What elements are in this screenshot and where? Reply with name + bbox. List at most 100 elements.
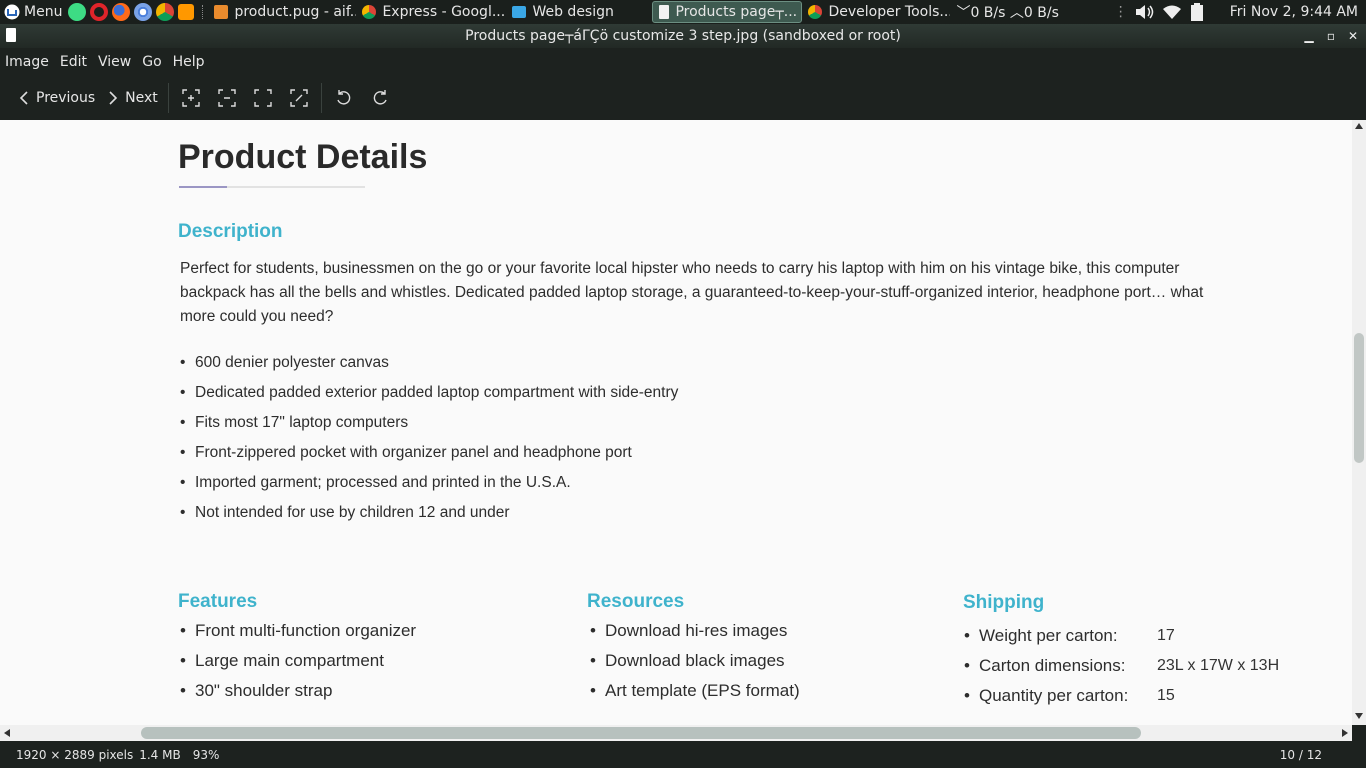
task-web-design-folder[interactable]: Web design <box>506 1 652 23</box>
clock[interactable]: Fri Nov 2, 9:44 AM <box>1230 4 1358 20</box>
list-item: Large main compartment <box>179 650 416 680</box>
image-viewport[interactable]: Product Details Description Perfect for … <box>0 120 1352 725</box>
list-item: Fits most 17" laptop computers <box>179 413 678 443</box>
start-menu-label: Menu <box>24 4 63 20</box>
rotate-right-icon <box>373 90 387 105</box>
resources-heading: Resources <box>587 591 685 612</box>
description-heading: Description <box>178 221 283 242</box>
android-studio-icon[interactable] <box>68 3 87 21</box>
zoom-out-button[interactable] <box>209 82 245 114</box>
menu-help[interactable]: Help <box>173 54 205 70</box>
battery-icon[interactable] <box>1190 3 1204 21</box>
volume-icon[interactable] <box>1134 4 1154 20</box>
shipping-row: Carton dimensions: 23L x 17W x 13H <box>963 655 1279 685</box>
launcher-separator <box>202 5 204 19</box>
list-item: Dedicated padded exterior padded laptop … <box>179 383 678 413</box>
upload-rate: 0 B/s <box>1023 5 1059 21</box>
list-item: Download black images <box>589 650 800 680</box>
page-title: Product Details <box>178 138 428 176</box>
horizontal-scroll-thumb[interactable] <box>141 727 1141 739</box>
chevron-left-icon <box>19 91 28 105</box>
minimize-button[interactable]: ▁ <box>1298 24 1320 48</box>
zoom-level: 93% <box>192 747 220 762</box>
brackets-app-icon <box>214 5 229 19</box>
scroll-down-arrow-icon[interactable] <box>1355 713 1363 719</box>
previous-button[interactable]: Previous <box>12 82 101 114</box>
shipping-list: Weight per carton: 17 Carton dimensions: 2… <box>963 625 1279 715</box>
quick-launchers <box>68 0 208 24</box>
shipping-label: Carton dimensions: <box>979 656 1126 675</box>
scroll-right-arrow-icon[interactable] <box>1342 729 1348 737</box>
chromium-icon[interactable] <box>134 3 153 21</box>
vertical-scroll-thumb[interactable] <box>1354 333 1364 463</box>
next-label: Next <box>125 90 158 106</box>
task-express-chrome[interactable]: Express - Googl... <box>356 1 506 23</box>
menu-image[interactable]: Image <box>5 54 49 70</box>
list-item: 600 denier polyester canvas <box>179 353 678 383</box>
sublime-text-icon[interactable] <box>178 4 195 20</box>
wifi-icon[interactable] <box>1162 4 1182 20</box>
chrome-icon <box>808 5 823 19</box>
opera-icon[interactable] <box>90 3 109 21</box>
zoom-out-icon <box>218 89 236 107</box>
folder-icon <box>512 6 527 18</box>
menu-bar: Image Edit View Go Help <box>0 48 1366 76</box>
list-item: Front multi-function organizer <box>179 620 416 650</box>
task-label: Products page┬... <box>675 4 798 20</box>
shipping-label: Quantity per carton: <box>979 686 1129 705</box>
chrome-icon[interactable] <box>156 3 175 21</box>
task-developer-tools[interactable]: Developer Tools... <box>802 1 950 23</box>
zoom-in-button[interactable] <box>173 82 209 114</box>
shipping-value: 15 <box>1157 687 1175 704</box>
firefox-icon[interactable] <box>112 3 131 21</box>
scroll-up-arrow-icon[interactable] <box>1355 123 1363 129</box>
task-image-viewer[interactable]: Products page┬... <box>652 1 803 23</box>
best-fit-button[interactable] <box>245 82 281 114</box>
previous-label: Previous <box>36 90 96 106</box>
list-item: Front-zippered pocket with organizer pan… <box>179 443 678 473</box>
maximize-button[interactable]: ▫ <box>1320 24 1342 48</box>
menu-go[interactable]: Go <box>142 54 161 70</box>
system-taskbar: Menu product.pug - aif... Express - Goog… <box>0 0 1366 24</box>
status-bar: 1920 × 2889 pixels 1.4 MB 93% 10 / 12 <box>0 741 1366 768</box>
best-fit-icon <box>254 89 272 107</box>
rotate-right-button[interactable] <box>362 82 398 114</box>
description-list: 600 denier polyester canvas Dedicated pa… <box>179 353 678 533</box>
zoom-in-icon <box>182 89 200 107</box>
description-text: Perfect for students, businessmen on the… <box>180 260 1204 325</box>
close-button[interactable]: ✕ <box>1342 24 1364 48</box>
task-brackets[interactable]: product.pug - aif... <box>208 1 356 23</box>
title-underline <box>179 186 365 188</box>
next-button[interactable]: Next <box>101 82 164 114</box>
shipping-heading: Shipping <box>963 592 1045 613</box>
task-label: product.pug - aif... <box>234 4 357 20</box>
features-heading: Features <box>178 591 258 612</box>
list-item: Art template (EPS format) <box>589 680 800 710</box>
list-item: Download hi-res images <box>589 620 800 650</box>
task-label: Express - Googl... <box>382 4 506 20</box>
upload-arrow-icon: ︿ <box>1009 5 1024 21</box>
shipping-label: Weight per carton: <box>979 626 1118 645</box>
system-tray: ⋮ Fri Nov 2, 9:44 AM <box>1114 3 1366 21</box>
download-arrow-icon: ﹀ <box>956 5 971 21</box>
start-menu-button[interactable]: Menu <box>0 0 68 24</box>
file-size: 1.4 MB <box>139 747 181 762</box>
list-item: Not intended for use by children 12 and … <box>179 503 678 533</box>
rotate-left-button[interactable] <box>326 82 362 114</box>
original-size-button[interactable] <box>281 82 317 114</box>
menu-view[interactable]: View <box>98 54 131 70</box>
original-size-icon <box>290 89 308 107</box>
resources-list: Download hi-res images Download black im… <box>589 620 800 710</box>
scroll-left-arrow-icon[interactable] <box>4 729 10 737</box>
separator-dots-icon: ⋮ <box>1113 4 1128 20</box>
list-item: 30" shoulder strap <box>179 680 416 710</box>
menu-edit[interactable]: Edit <box>60 54 87 70</box>
toolbar-separator <box>320 83 322 113</box>
horizontal-scrollbar[interactable] <box>0 725 1352 741</box>
shipping-row: Quantity per carton: 15 <box>963 685 1175 715</box>
task-label: Developer Tools... <box>828 4 951 20</box>
vertical-scrollbar[interactable] <box>1352 120 1366 725</box>
chevron-right-icon <box>109 91 118 105</box>
shipping-value: 17 <box>1157 627 1175 644</box>
window-titlebar[interactable]: Products page┬áΓÇö customize 3 step.jpg … <box>0 24 1366 48</box>
